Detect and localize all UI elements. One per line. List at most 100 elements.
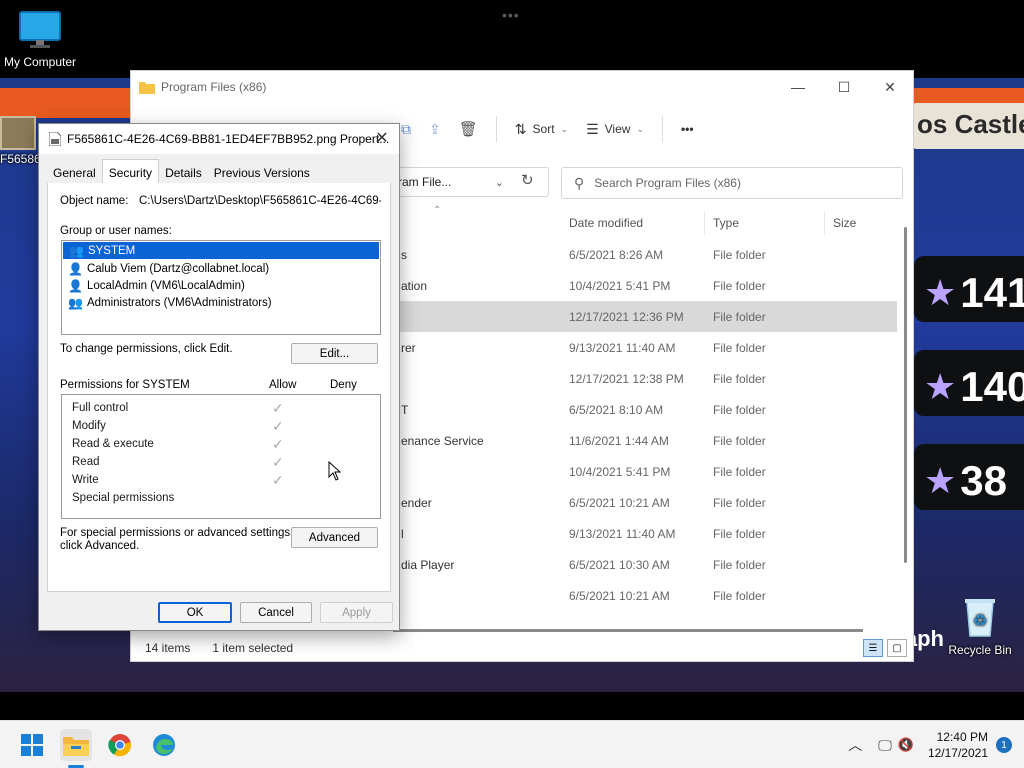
- close-icon[interactable]: ✕: [371, 128, 393, 148]
- explorer-titlebar[interactable]: Program Files (x86) — ☐ ✕: [131, 71, 913, 103]
- file-type: File folder: [713, 247, 766, 262]
- search-input[interactable]: ⚲ Search Program Files (x86): [561, 167, 903, 199]
- more-icon: •••: [680, 122, 694, 136]
- checkmark-icon: ✓: [272, 453, 284, 470]
- horizontal-scrollbar[interactable]: [393, 629, 863, 632]
- star-icon: ★: [924, 460, 957, 501]
- file-row[interactable]: 10/4/2021 5:41 PM File folder: [393, 456, 897, 487]
- file-name: enance Service: [401, 433, 484, 448]
- file-row[interactable]: 12/17/2021 12:38 PM File folder: [393, 363, 897, 394]
- file-row[interactable]: 6/5/2021 10:21 AM File folder: [393, 580, 897, 611]
- file-type: File folder: [713, 402, 766, 417]
- clock[interactable]: 12:40 PM 12/17/2021: [928, 729, 988, 761]
- permission-row: Read ✓: [72, 453, 372, 471]
- user-list-item[interactable]: 👤 LocalAdmin (VM6\LocalAdmin): [62, 277, 380, 294]
- sort-button[interactable]: ⇅ Sort ⌄: [515, 121, 568, 138]
- permission-name: Modify: [72, 420, 106, 432]
- file-row[interactable]: T 6/5/2021 8:10 AM File folder: [393, 394, 897, 425]
- file-row[interactable]: s 6/5/2021 8:26 AM File folder: [393, 239, 897, 270]
- recycle-bin-icon: ♻: [965, 599, 995, 637]
- file-type: File folder: [713, 495, 766, 510]
- security-panel: Object name: C:\Users\Dartz\Desktop\F565…: [47, 183, 391, 592]
- view-button[interactable]: ☰ View ⌄: [586, 121, 644, 138]
- column-header-date[interactable]: Date modified: [561, 211, 705, 235]
- permissions-for-label: Permissions for SYSTEM: [60, 379, 190, 391]
- advanced-button[interactable]: Advanced: [291, 527, 378, 548]
- user-name: LocalAdmin (VM6\LocalAdmin): [86, 279, 245, 292]
- desktop-icon-recycle-bin[interactable]: ♻ Recycle Bin: [940, 596, 1020, 657]
- desktop-icon-my-computer[interactable]: My Computer: [2, 10, 78, 69]
- desktop-icon-file[interactable]: F56586: [0, 116, 41, 172]
- column-header-size[interactable]: Size: [825, 211, 885, 235]
- file-date: 6/5/2021 10:21 AM: [569, 588, 670, 603]
- file-row[interactable]: 12/17/2021 12:36 PM File folder: [393, 301, 897, 332]
- file-row[interactable]: enance Service 11/6/2021 1:44 AM File fold…: [393, 425, 897, 456]
- taskbar-chrome[interactable]: [104, 729, 136, 761]
- wallpaper-score: ★ 141: [914, 256, 1024, 322]
- chevron-down-icon: ⌄: [636, 123, 644, 134]
- close-button[interactable]: ✕: [867, 71, 913, 103]
- file-row[interactable]: dia Player 6/5/2021 10:30 AM File folder: [393, 549, 897, 580]
- tab-security[interactable]: Security: [101, 159, 160, 183]
- dialog-titlebar[interactable]: F565861C-4E26-4C69-BB81-1ED4EF7BB952.png…: [39, 124, 399, 154]
- checkmark-icon: ✓: [272, 399, 284, 416]
- share-icon[interactable]: ⇪: [429, 121, 441, 138]
- user-name: Administrators (VM6\Administrators): [86, 296, 272, 309]
- copy-icon[interactable]: ⧉: [401, 121, 411, 138]
- object-name-value: C:\Users\Dartz\Desktop\F565861C-4E26-4C6…: [139, 195, 381, 207]
- search-placeholder: Search Program Files (x86): [594, 176, 741, 190]
- taskbar-edge[interactable]: [148, 729, 180, 761]
- cancel-button[interactable]: Cancel: [240, 602, 312, 623]
- tab-previous-versions[interactable]: Previous Versions: [208, 162, 316, 183]
- view-icon: ☰: [586, 120, 599, 137]
- desktop-icon-label: My Computer: [3, 55, 77, 69]
- column-header-type[interactable]: Type: [705, 211, 825, 235]
- file-type: File folder: [713, 464, 766, 479]
- refresh-icon[interactable]: ↻: [521, 171, 534, 189]
- file-date: 6/5/2021 10:30 AM: [569, 557, 670, 572]
- details-view-icon[interactable]: ☰: [863, 639, 883, 657]
- file-row[interactable]: ation 10/4/2021 5:41 PM File folder: [393, 270, 897, 301]
- windows-logo-icon: [21, 734, 43, 756]
- tiles-view-icon[interactable]: ▢: [887, 639, 907, 657]
- user-list-item[interactable]: 👤 Calub Viem (Dartz@collabnet.local): [62, 260, 380, 277]
- tab-general[interactable]: General: [47, 162, 102, 183]
- minimize-button[interactable]: —: [775, 71, 821, 103]
- file-name: s: [401, 247, 407, 262]
- user-list-item[interactable]: 👥 Administrators (VM6\Administrators): [62, 294, 380, 311]
- file-name: rer: [401, 340, 416, 355]
- start-button[interactable]: [16, 729, 48, 761]
- file-row[interactable]: rer 9/13/2021 11:40 AM File folder: [393, 332, 897, 363]
- file-row[interactable]: l 9/13/2021 11:40 AM File folder: [393, 518, 897, 549]
- tab-details[interactable]: Details: [159, 162, 208, 183]
- column-headers: Date modified Type Size: [393, 211, 901, 235]
- volume-muted-icon[interactable]: 🔇: [898, 737, 914, 753]
- network-icon[interactable]: 🖵: [878, 737, 892, 754]
- group-icon: 👥: [68, 295, 83, 310]
- apply-button[interactable]: Apply: [320, 602, 393, 623]
- column-header-name[interactable]: [393, 211, 561, 235]
- taskbar-file-explorer[interactable]: [60, 729, 92, 761]
- status-bar: 14 items 1 item selected: [145, 641, 293, 655]
- toolbar-separator: [495, 116, 497, 142]
- file-list: s 6/5/2021 8:26 AM File folder ation 10/4/20…: [393, 239, 897, 611]
- clock-time: 12:40 PM: [936, 730, 988, 744]
- edit-button[interactable]: Edit...: [291, 343, 378, 364]
- user-list-item[interactable]: 👥 SYSTEM: [63, 242, 379, 259]
- drag-handle-icon[interactable]: •••: [502, 7, 520, 23]
- svg-text:♻: ♻: [973, 611, 987, 630]
- delete-icon[interactable]: 🗑: [459, 120, 478, 138]
- file-type: File folder: [713, 588, 766, 603]
- checkmark-icon: ✓: [272, 435, 284, 452]
- file-name: T: [401, 402, 409, 417]
- notification-badge[interactable]: 1: [996, 737, 1012, 753]
- ok-button[interactable]: OK: [158, 602, 232, 623]
- maximize-button[interactable]: ☐: [821, 71, 867, 103]
- vertical-scrollbar[interactable]: [904, 227, 907, 563]
- more-options-button[interactable]: •••: [681, 122, 694, 136]
- permission-name: Read: [72, 456, 100, 468]
- permission-row: Write ✓: [72, 471, 372, 489]
- chevron-up-icon[interactable]: ︿: [848, 735, 862, 755]
- file-row[interactable]: ender 6/5/2021 10:21 AM File folder: [393, 487, 897, 518]
- chevron-down-icon[interactable]: ⌄: [495, 176, 504, 189]
